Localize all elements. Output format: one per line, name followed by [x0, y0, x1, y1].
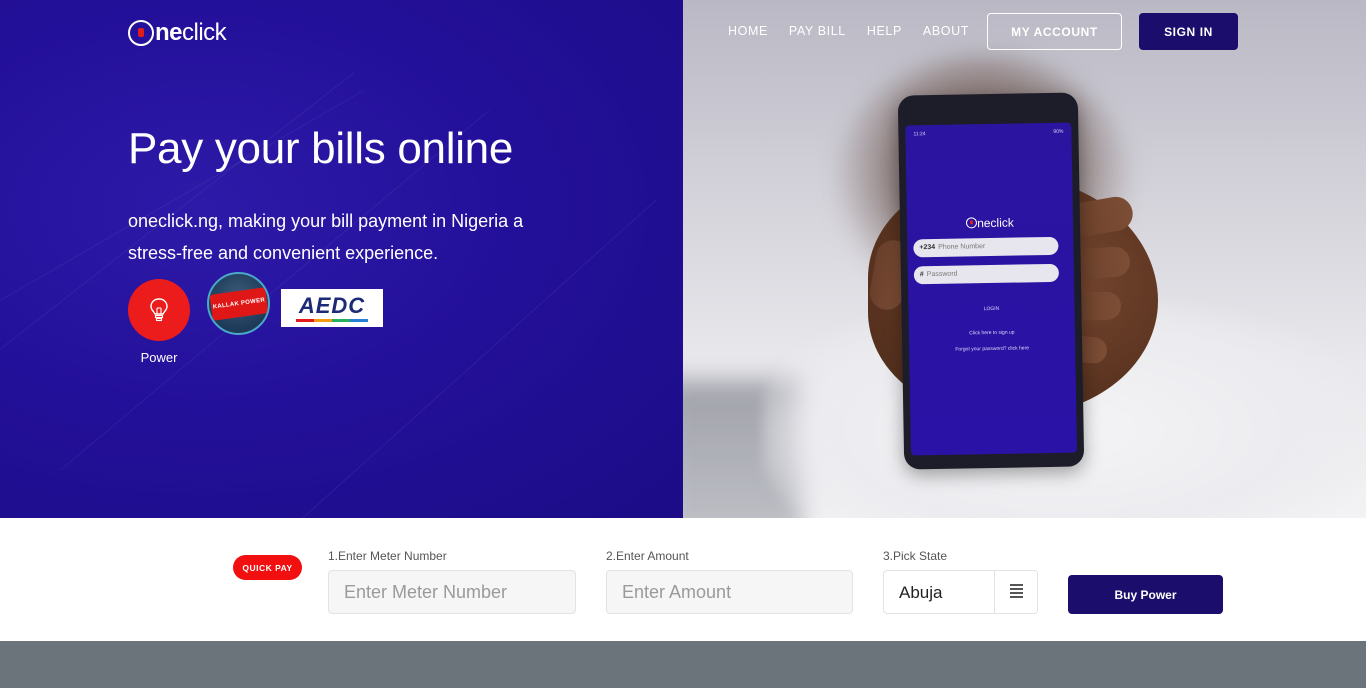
- phone-screen: 11:24 90% neclick +234 Phone Number # Pass…: [905, 122, 1078, 456]
- nav-pay-bill-link[interactable]: PAY BILL: [789, 24, 846, 38]
- sign-in-button[interactable]: SIGN IN: [1139, 13, 1238, 50]
- phone-mockup: 11:24 90% neclick +234 Phone Number # Pass…: [897, 92, 1085, 470]
- phone-password-field: # Password: [913, 263, 1060, 285]
- meter-number-input[interactable]: [328, 570, 576, 614]
- state-label: 3.Pick State: [883, 549, 948, 563]
- phone-logo: neclick: [907, 215, 1073, 232]
- kallak-power-logo[interactable]: KALLAK POWER: [207, 272, 270, 335]
- power-category-label: Power: [140, 350, 178, 365]
- quick-pay-section: QUICK PAY 1.Enter Meter Number 2.Enter A…: [0, 518, 1366, 641]
- phone-signup-label: Click here to sign up: [969, 329, 1015, 337]
- phone-number-field: +234 Phone Number: [913, 236, 1059, 258]
- list-icon: [1010, 584, 1023, 600]
- my-account-button[interactable]: MY ACCOUNT: [987, 13, 1122, 50]
- lightbulb-icon: [150, 298, 168, 322]
- site-logo[interactable]: ne click: [128, 19, 227, 47]
- power-category-button[interactable]: [128, 279, 190, 341]
- phone-forgot-label: Forgot your password? click here: [955, 345, 1030, 353]
- logo-o-icon: [128, 20, 154, 46]
- state-select[interactable]: Abuja: [883, 570, 1038, 614]
- footer-band: [0, 641, 1366, 688]
- main-nav: HOME PAY BILL HELP ABOUT: [728, 24, 969, 38]
- amount-label: 2.Enter Amount: [606, 549, 689, 563]
- nav-help-link[interactable]: HELP: [867, 24, 902, 38]
- phone-login-label: LOGIN: [983, 305, 1000, 313]
- nav-home-link[interactable]: HOME: [728, 24, 768, 38]
- buy-power-button[interactable]: Buy Power: [1068, 575, 1223, 614]
- hero-headline: Pay your bills online: [128, 124, 514, 173]
- nav-about-link[interactable]: ABOUT: [923, 24, 969, 38]
- hero-section: 11:24 90% neclick +234 Phone Number # Pass…: [0, 0, 1366, 518]
- aedc-color-bar: [296, 318, 368, 322]
- aedc-logo[interactable]: AEDC: [281, 289, 383, 327]
- logo-o-icon: [966, 217, 978, 229]
- meter-number-label: 1.Enter Meter Number: [328, 549, 447, 563]
- hero-subline: oneclick.ng, making your bill payment in…: [128, 211, 524, 263]
- amount-input[interactable]: [606, 570, 853, 614]
- hero-photo: 11:24 90% neclick +234 Phone Number # Pass…: [683, 0, 1366, 518]
- quick-pay-badge: QUICK PAY: [233, 555, 302, 580]
- state-select-value: Abuja: [899, 583, 943, 602]
